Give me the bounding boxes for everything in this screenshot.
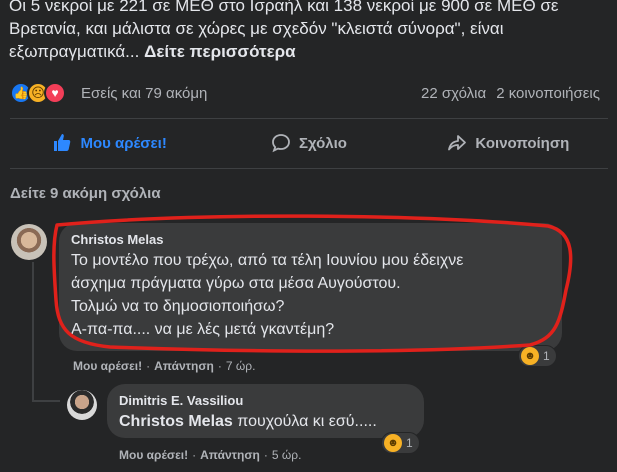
comment-reply-link[interactable]: Απάντηση <box>200 448 260 462</box>
thread-line <box>32 400 60 402</box>
shares-count[interactable]: 2 κοινοποιήσεις <box>496 85 600 102</box>
comment-reaction-badge[interactable]: ☻ 1 <box>518 345 557 367</box>
comment-like-link[interactable]: Μου αρέσει! <box>73 359 142 373</box>
haha-icon: ☻ <box>521 347 539 365</box>
see-more-link[interactable]: Δείτε περισσότερα <box>144 42 296 61</box>
reaction-count: 1 <box>406 436 413 450</box>
comment-reaction-badge[interactable]: ☻ 1 <box>381 432 420 454</box>
comments-count[interactable]: 22 σχόλια <box>421 85 486 102</box>
post-actions: Μου αρέσει! Σχόλιο Κοινοποίηση <box>10 121 608 165</box>
comment-body: πουχούλα κι εσύ..... <box>232 413 377 430</box>
comment-line: Τολμώ να το δημοσιοποιήσω? <box>71 298 285 315</box>
comment-label: Σχόλιο <box>299 134 347 152</box>
comment-line: Το μοντέλο που τρέχω, από τα τέλη Ιουνίο… <box>71 252 464 269</box>
comment-author[interactable]: Dimitris E. Vassiliou <box>119 392 412 410</box>
thumbs-up-icon <box>54 134 71 151</box>
comment-meta: Μου αρέσει! · Απάντηση · 5 ώρ. <box>119 448 301 462</box>
comment-meta: Μου αρέσει! · Απάντηση · 7 ώρ. <box>73 359 255 373</box>
reaction-icons[interactable]: 👍 ☹ ♥ <box>10 82 66 104</box>
divider <box>10 168 608 169</box>
comment-author[interactable]: Christos Melas <box>71 231 550 249</box>
avatar[interactable] <box>11 224 47 260</box>
comment-bubble: Dimitris E. Vassiliou Christos Melas που… <box>107 384 424 438</box>
avatar[interactable] <box>67 390 97 420</box>
comment-timestamp[interactable]: 7 ώρ. <box>226 359 256 373</box>
love-icon: ♥ <box>44 82 66 104</box>
separator: · <box>146 359 151 373</box>
divider <box>10 118 608 119</box>
comment-line: Α-πα-πα.... να με λές μετά γκαντέμη? <box>71 321 335 338</box>
comment-bubble: Christos Melas Το μοντέλο που τρέχω, από… <box>59 223 562 351</box>
comment-like-link[interactable]: Μου αρέσει! <box>119 448 188 462</box>
share-icon <box>448 135 467 151</box>
share-button[interactable]: Κοινοποίηση <box>409 133 608 153</box>
like-label: Μου αρέσει! <box>80 134 167 152</box>
comment-timestamp[interactable]: 5 ώρ. <box>272 448 302 462</box>
reaction-count: 1 <box>543 349 550 363</box>
separator: · <box>192 448 197 462</box>
thread-line <box>32 262 34 402</box>
reactions-summary[interactable]: Εσείς και 79 ακόμη <box>81 85 207 102</box>
separator: · <box>217 359 222 373</box>
share-label: Κοινοποίηση <box>475 134 570 152</box>
separator: · <box>263 448 268 462</box>
comment-button[interactable]: Σχόλιο <box>209 133 408 153</box>
comment-text: Christos Melas πουχούλα κι εσύ..... <box>119 410 412 433</box>
post-text: Οι 5 νεκροί με 221 σε ΜΕΘ στο Ισραήλ και… <box>9 0 609 63</box>
view-more-comments-link[interactable]: Δείτε 9 ακόμη σχόλια <box>10 185 161 202</box>
haha-icon: ☻ <box>384 434 402 452</box>
comment-text: Το μοντέλο που τρέχω, από τα τέλη Ιουνίο… <box>71 249 550 341</box>
comment-line: άσχημα πράγματα γύρω στα μέσα Αυγούστου. <box>71 275 401 292</box>
comment-icon <box>272 134 290 153</box>
reactions-bar: 👍 ☹ ♥ Εσείς και 79 ακόμη 22 σχόλια 2 κοι… <box>10 80 600 106</box>
like-button[interactable]: Μου αρέσει! <box>10 133 209 153</box>
comment-reply-link[interactable]: Απάντηση <box>154 359 214 373</box>
mention-link[interactable]: Christos Melas <box>119 413 233 430</box>
